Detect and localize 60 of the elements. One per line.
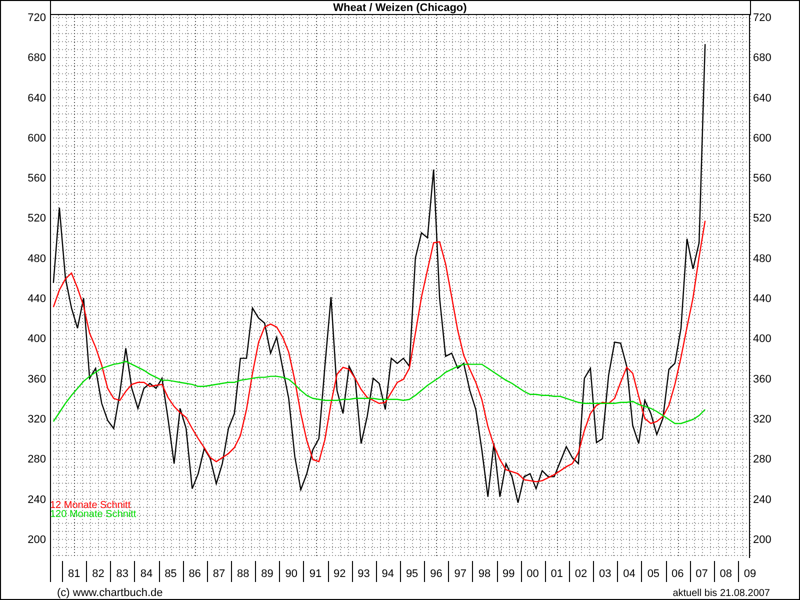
y-axis-label: 280 — [28, 454, 46, 466]
chart-title: Wheat / Weizen (Chicago) — [333, 2, 467, 14]
x-axis-label: 02 — [574, 568, 588, 580]
y-axis-label: 720 — [28, 12, 46, 24]
y-axis-label: 560 — [28, 172, 46, 185]
x-axis-label: 84 — [140, 568, 153, 580]
y-axis-label: 200 — [753, 534, 772, 546]
update-date-text: aktuell bis 21.08.2007 — [672, 588, 770, 599]
x-axis-label: 96 — [430, 568, 442, 580]
x-axis-label: 89 — [261, 568, 274, 580]
x-axis-label: 85 — [164, 568, 177, 580]
y-axis-label: 440 — [753, 293, 772, 306]
y-axis-label: 600 — [753, 132, 772, 144]
y-axis-label: 320 — [753, 413, 772, 426]
x-axis-label: 95 — [406, 568, 418, 580]
y-axis-label: 720 — [753, 12, 772, 24]
x-axis-label: 88 — [236, 568, 250, 580]
y-axis-label: 240 — [753, 494, 772, 506]
x-axis-label: 01 — [550, 568, 564, 580]
x-axis-label: 93 — [358, 568, 370, 580]
copyright-text: (c) www.chartbuch.de — [57, 587, 163, 599]
y-axis-label: 600 — [28, 132, 46, 144]
y-axis-label: 200 — [28, 534, 46, 546]
x-axis-label: 04 — [623, 568, 636, 580]
x-axis-label: 99 — [502, 568, 515, 580]
x-axis-label: 98 — [478, 568, 491, 580]
y-axis-label: 640 — [28, 92, 46, 104]
x-axis-label: 92 — [334, 568, 346, 580]
x-axis-label: 81 — [68, 568, 80, 580]
x-axis-label: 90 — [285, 568, 298, 580]
y-axis-label: 240 — [28, 494, 46, 506]
x-axis-label: 87 — [212, 568, 226, 580]
x-axis-label: 00 — [526, 568, 539, 580]
y-axis-label: 440 — [28, 293, 46, 306]
x-axis-label: 06 — [671, 568, 684, 580]
x-axis-label: 91 — [309, 568, 322, 580]
y-axis-label: 560 — [753, 172, 772, 185]
y-axis-label: 280 — [753, 454, 772, 466]
x-axis-label: 97 — [454, 568, 466, 580]
x-axis-label: 03 — [599, 568, 612, 580]
y-axis-label: 520 — [28, 212, 46, 225]
y-axis-label: 400 — [28, 333, 46, 346]
x-axis-label: 82 — [92, 568, 104, 580]
y-axis-label: 680 — [28, 52, 46, 64]
x-axis-label: 05 — [647, 568, 660, 580]
x-axis-label: 07 — [696, 568, 708, 580]
y-axis-label: 400 — [753, 333, 772, 346]
x-axis-label: 08 — [720, 568, 732, 580]
y-axis-label: 480 — [28, 252, 46, 265]
y-axis-label: 520 — [753, 212, 772, 225]
x-axis-label: 86 — [188, 568, 201, 580]
y-axis-label: 680 — [753, 52, 772, 64]
x-axis-label: 83 — [116, 568, 129, 580]
y-axis-label: 360 — [28, 373, 46, 386]
y-axis-label: 360 — [753, 373, 772, 386]
y-axis-label: 480 — [753, 252, 772, 265]
x-axis-label: 09 — [744, 568, 756, 580]
x-axis-label: 94 — [382, 568, 394, 580]
y-axis-label: 640 — [753, 92, 772, 104]
y-axis-label: 320 — [28, 413, 46, 426]
